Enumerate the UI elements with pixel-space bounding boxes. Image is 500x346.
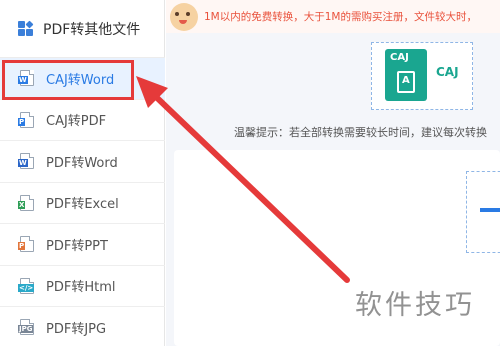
notice-bar: 1M以内的免费转换，大于1M的需购买注册，文件较大时， [166,0,500,33]
ppt-file-icon: P [18,236,34,253]
sidebar-item-caj-to-word[interactable]: W CAJ转Word [0,58,165,100]
caj-word-file-icon: W [18,70,34,87]
sidebar-item-label: PDF转PPT [46,238,108,254]
caj-pdf-file-icon: P [18,111,34,128]
sidebar-item-label: PDF转Word [46,155,118,171]
sidebar-nav: W CAJ转Word P CAJ转PDF W PDF转Word X PDF转Ex… [0,58,165,346]
sidebar-item-pdf-to-jpg[interactable]: JPG PDF转JPG [0,307,165,346]
sidebar-title: PDF转其他文件 [43,21,141,38]
caj-file-label: CAJ [390,52,409,63]
caj-file-icon: CAJ [385,49,427,101]
sidebar-item-label: CAJ转Word [46,72,115,88]
sidebar-item-caj-to-pdf[interactable]: P CAJ转PDF [0,100,165,141]
watermark: 软件技巧 [355,290,475,321]
sidebar-item-pdf-to-word[interactable]: W PDF转Word [0,141,165,183]
add-file-box[interactable] [466,171,500,253]
notice-text: 1M以内的免费转换，大于1M的需购买注册，文件较大时， [204,11,477,23]
sidebar: PDF转其他文件 W CAJ转Word P CAJ转PDF W PDF转Word… [0,0,165,346]
sidebar-item-pdf-to-html[interactable]: </> PDF转Html [0,266,165,307]
sidebar-item-label: PDF转Excel [46,197,119,213]
html-file-icon: </> [18,277,35,294]
jpg-file-icon: JPG [18,319,34,336]
sidebar-item-pdf-to-ppt[interactable]: P PDF转PPT [0,224,165,266]
document-icon [397,71,415,93]
sidebar-header: PDF转其他文件 [0,0,165,58]
grid-apps-icon [18,20,34,36]
tip-text: 温馨提示：若全部转换需要较长时间，建议每次转换 [234,126,487,139]
sidebar-item-label: CAJ转PDF [46,114,107,130]
caj-format-title: CAJ [436,65,459,79]
mascot-icon [170,2,198,31]
sidebar-item-label: PDF转Html [46,280,116,296]
add-file-icon[interactable] [480,208,500,212]
sidebar-item-label: PDF转JPG [46,321,107,337]
sidebar-item-pdf-to-excel[interactable]: X PDF转Excel [0,183,165,224]
word-file-icon: W [18,153,34,170]
excel-file-icon: X [18,194,34,211]
